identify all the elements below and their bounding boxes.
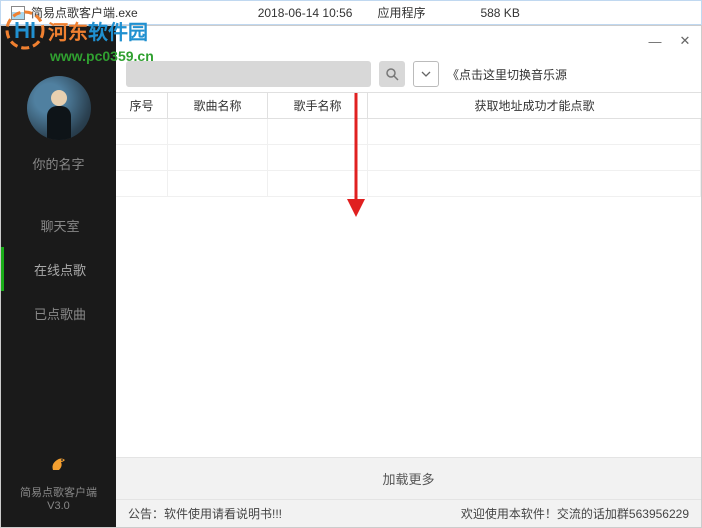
table-row xyxy=(116,145,701,171)
app-version: V3.0 xyxy=(20,500,97,512)
file-explorer-row[interactable]: 简易点歌客户端.exe 2018-06-14 10:56 应用程序 588 KB xyxy=(0,0,702,25)
th-song-name: 歌曲名称 xyxy=(168,93,268,118)
search-button[interactable] xyxy=(379,61,405,87)
search-input[interactable] xyxy=(126,61,371,87)
th-url-status: 获取地址成功才能点歌 xyxy=(368,93,701,118)
load-more-button[interactable]: 加载更多 xyxy=(116,457,701,499)
app-window: 你的名字 聊天室 在线点歌 已点歌曲 简易点歌客户端 V3.0 — ✕ 《点击这… xyxy=(0,25,702,528)
exe-icon xyxy=(11,6,25,20)
avatar[interactable] xyxy=(27,76,91,140)
title-bar: — ✕ xyxy=(116,26,701,56)
file-name: 简易点歌客户端.exe xyxy=(31,4,138,21)
file-type: 应用程序 xyxy=(377,4,425,21)
notice-bar: 公告：软件使用请看说明书!!! 欢迎使用本软件！交流的话加群563956229 xyxy=(116,499,701,527)
table-row xyxy=(116,171,701,197)
user-name: 你的名字 xyxy=(32,154,84,173)
sidebar: 你的名字 聊天室 在线点歌 已点歌曲 简易点歌客户端 V3.0 xyxy=(1,26,116,527)
search-row: 《点击这里切换音乐源 xyxy=(116,56,701,92)
nav-requested-songs[interactable]: 已点歌曲 xyxy=(1,291,116,335)
nav: 聊天室 在线点歌 已点歌曲 xyxy=(1,203,116,335)
table-header: 序号 歌曲名称 歌手名称 获取地址成功才能点歌 xyxy=(116,93,701,119)
bird-icon xyxy=(47,452,71,476)
nav-chatroom[interactable]: 聊天室 xyxy=(1,203,116,247)
close-button[interactable]: ✕ xyxy=(677,33,693,49)
table-body xyxy=(116,119,701,457)
table-row xyxy=(116,119,701,145)
nav-request-song[interactable]: 在线点歌 xyxy=(1,247,116,291)
main-panel: — ✕ 《点击这里切换音乐源 序号 歌曲名称 歌手名称 获取地址成功才能点歌 xyxy=(116,26,701,527)
source-dropdown[interactable] xyxy=(413,61,439,87)
sidebar-footer: 简易点歌客户端 V3.0 xyxy=(20,452,97,512)
notice-right: 欢迎使用本软件！交流的话加群563956229 xyxy=(461,505,689,522)
notice-left: 公告：软件使用请看说明书!!! xyxy=(128,505,282,522)
th-artist: 歌手名称 xyxy=(268,93,368,118)
file-size: 588 KB xyxy=(480,6,519,20)
song-table: 序号 歌曲名称 歌手名称 获取地址成功才能点歌 xyxy=(116,92,701,457)
search-icon xyxy=(385,67,399,81)
chevron-down-icon xyxy=(421,71,431,77)
th-index: 序号 xyxy=(116,93,168,118)
app-name: 简易点歌客户端 xyxy=(20,484,97,500)
minimize-button[interactable]: — xyxy=(647,33,663,49)
source-hint: 《点击这里切换音乐源 xyxy=(447,66,567,83)
file-date: 2018-06-14 10:56 xyxy=(258,6,353,20)
